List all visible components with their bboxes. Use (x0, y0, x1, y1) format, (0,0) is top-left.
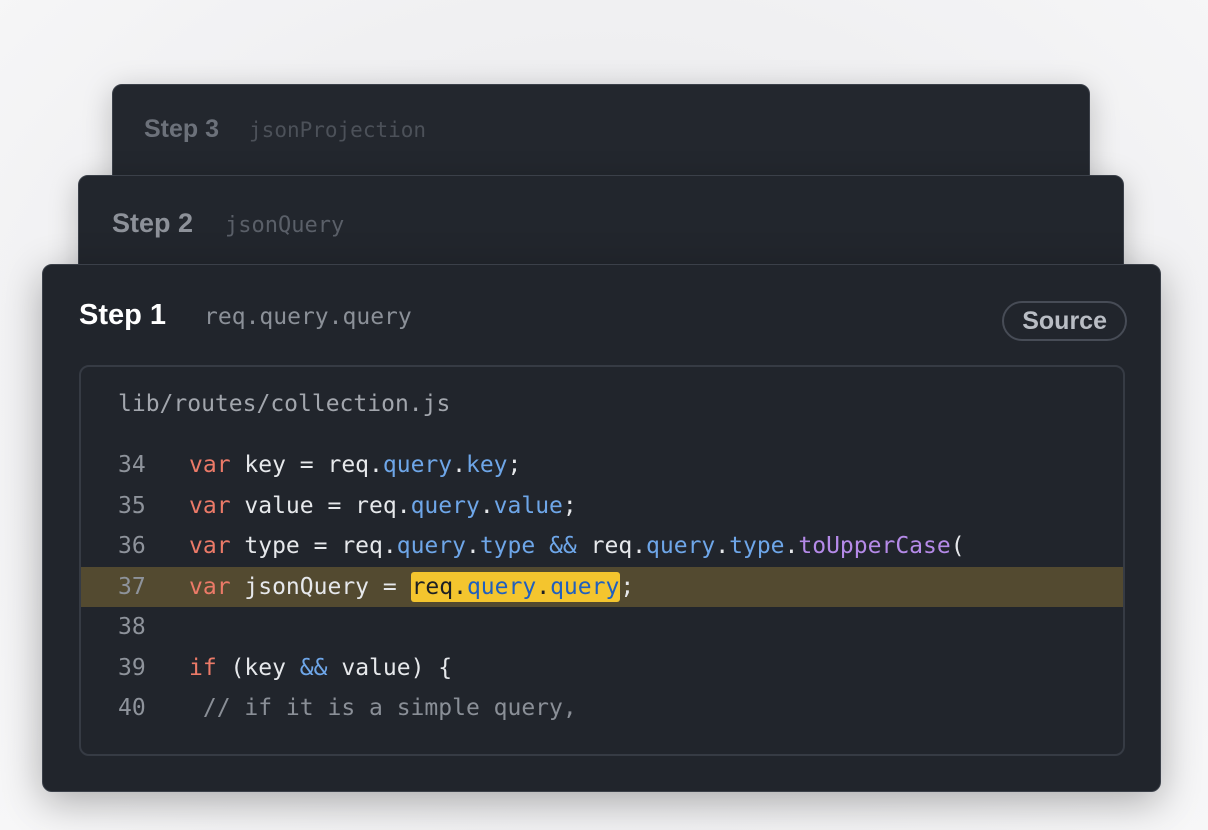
step-2-title: Step 2 (112, 208, 194, 238)
code-token: type = req. (230, 533, 397, 559)
line-number: 38 (118, 614, 146, 640)
code-token: toUpperCase (798, 533, 951, 559)
step-2-subtitle: jsonQuery (225, 213, 345, 238)
code-token: query (550, 573, 620, 600)
line-number: 39 (118, 654, 146, 681)
code-token: var (189, 573, 231, 600)
code-token: key = req. (230, 452, 383, 478)
code-token: req. (411, 573, 467, 600)
step-3-header: Step 3 jsonProjection (144, 115, 426, 144)
code-token: . (715, 533, 730, 559)
code-token: var (189, 452, 231, 478)
code-token: jsonQuery = (230, 573, 411, 600)
code-token: value = req. (230, 492, 411, 519)
code-token: . (784, 533, 799, 559)
code-token: (key (216, 654, 300, 681)
code-token: value) { (327, 654, 453, 681)
code-token: ; (507, 452, 522, 478)
line-code: // if it is a simple query, (189, 688, 577, 729)
line-number: 35 (118, 492, 146, 519)
step-2-header: Step 2 jsonQuery (112, 208, 344, 239)
code-token: type (479, 533, 536, 559)
line-code: if (key && value) { (189, 648, 452, 689)
code-line: 38 (81, 607, 1123, 648)
line-number: 37 (118, 573, 146, 600)
code-token: // if it is a simple query, (189, 695, 577, 721)
line-code: var value = req.query.value; (189, 486, 577, 527)
code-token: query (410, 492, 480, 519)
code-token: type (729, 533, 785, 559)
step-3-subtitle: jsonProjection (249, 118, 427, 142)
search-match-highlight: req.query.query (410, 571, 621, 602)
step-1-header: Step 1 req.query.query (79, 299, 412, 332)
line-code: var type = req.query.type && req.query.t… (189, 526, 965, 567)
code-token: query (396, 533, 466, 559)
code-token: value (493, 492, 563, 519)
code-token: ( (950, 533, 965, 559)
code-token: query (382, 452, 453, 478)
code-token: query (646, 533, 716, 559)
code-token: && (549, 533, 577, 559)
code-token: req. (576, 533, 647, 559)
code-line: 39 if (key && value) { (81, 648, 1123, 689)
code-token: var (189, 533, 231, 559)
code-line-highlighted: 37 var jsonQuery = req.query.query; (81, 566, 1123, 608)
line-number: 36 (118, 533, 146, 559)
code-lines: 34 var key = req.query.key; 35 var value = … (81, 445, 1123, 729)
code-token: if (189, 654, 217, 681)
step-1-title: Step 1 (79, 299, 167, 331)
code-token: key (465, 452, 508, 478)
line-code: var jsonQuery = req.query.query; (189, 567, 634, 608)
step-1-subtitle: req.query.query (204, 304, 412, 330)
code-token: . (536, 573, 551, 600)
line-number: 34 (118, 452, 146, 478)
code-token: query (466, 573, 537, 600)
code-line: 34 var key = req.query.key; (81, 445, 1123, 486)
code-line: 40 // if it is a simple query, (81, 688, 1123, 729)
code-token: var (189, 492, 231, 519)
code-token: ; (620, 573, 635, 600)
code-line: 36 var type = req.query.type && req.query… (81, 526, 1123, 567)
code-token: ; (562, 492, 577, 519)
code-panel: lib/routes/collection.js 34 var key = req… (79, 365, 1125, 756)
code-token: . (479, 492, 494, 519)
step-3-title: Step 3 (144, 115, 220, 143)
code-token: && (299, 654, 328, 681)
line-code: var key = req.query.key; (189, 445, 521, 486)
step-1-card: Step 1 req.query.query Source lib/routes… (42, 264, 1161, 792)
code-line: 35 var value = req.query.value; (81, 486, 1123, 527)
line-number: 40 (118, 695, 146, 721)
source-button[interactable]: Source (1002, 301, 1127, 341)
file-path: lib/routes/collection.js (118, 391, 451, 417)
code-token: . (465, 533, 480, 559)
code-token: . (452, 452, 466, 478)
